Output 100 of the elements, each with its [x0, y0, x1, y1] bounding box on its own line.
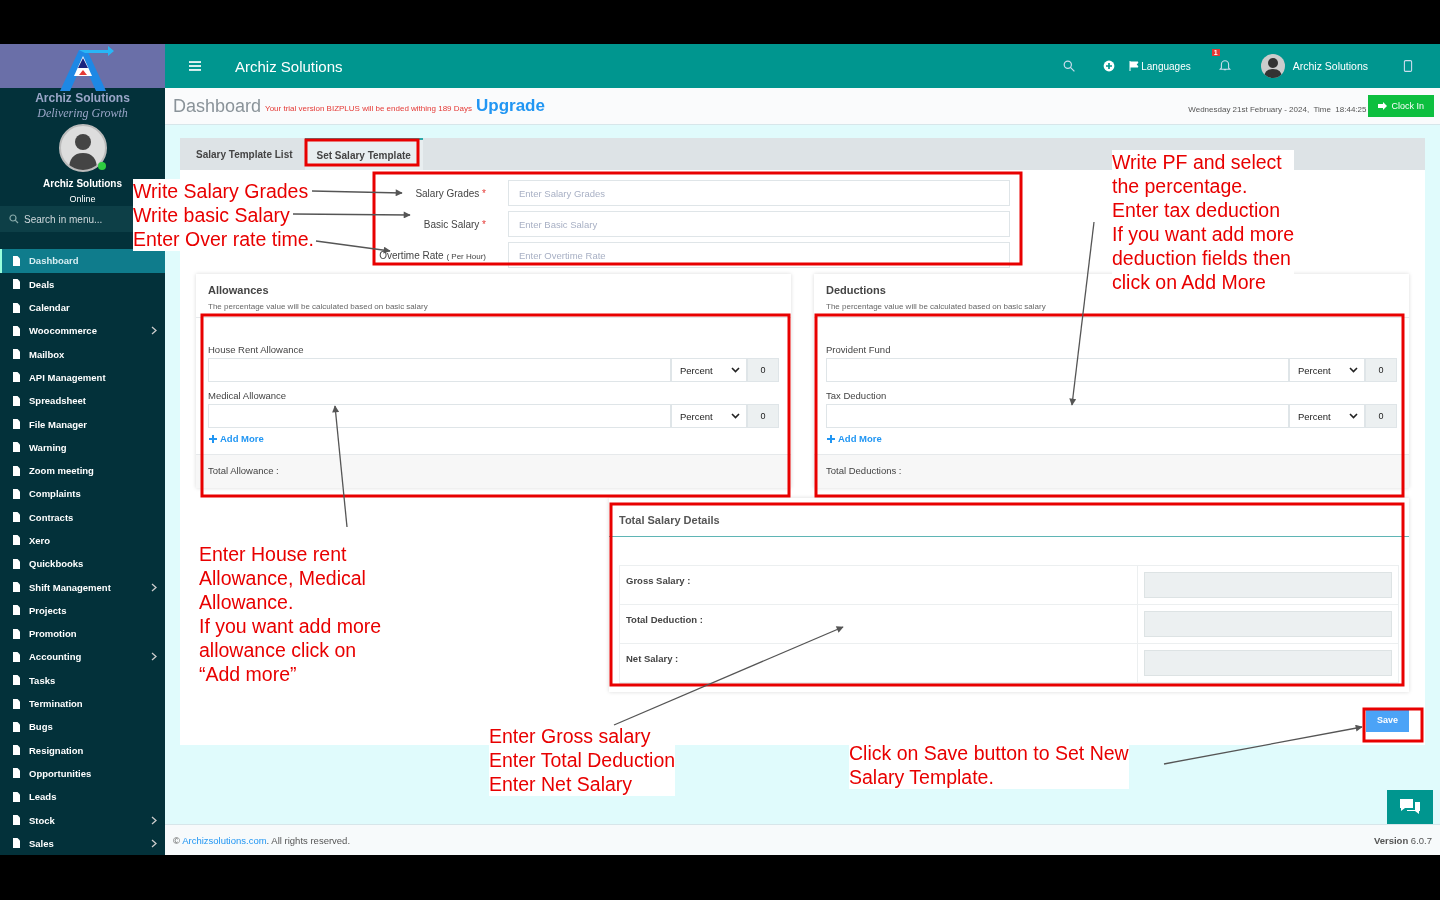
document-icon: [11, 535, 21, 546]
input-field[interactable]: Enter Basic Salary: [508, 211, 1010, 237]
user-status: Online: [69, 194, 96, 204]
document-icon: [11, 419, 21, 429]
page-title: Dashboard: [173, 95, 262, 117]
flag-icon: [1129, 61, 1140, 71]
input-field[interactable]: [208, 358, 671, 382]
annotation-text: Write Salary Grades Write basic Salary Enter Over rate time.: [133, 179, 314, 251]
input-field[interactable]: [826, 404, 1289, 428]
languages-menu[interactable]: Languages: [1129, 60, 1191, 72]
document-icon: [11, 745, 21, 756]
sidebar-item[interactable]: Sales: [0, 831, 165, 855]
document-icon: [11, 302, 21, 313]
sidebar-item[interactable]: File Manager: [0, 412, 165, 436]
plus-icon: [826, 433, 836, 444]
user-menu[interactable]: Archiz Solutions: [1292, 60, 1368, 72]
sidebar-item[interactable]: Xero: [0, 528, 165, 553]
sidebar-item[interactable]: Promotion: [0, 622, 165, 646]
document-icon: [11, 558, 21, 569]
input-field[interactable]: [208, 404, 671, 428]
amount-addon: 0: [747, 404, 779, 428]
menu-icon: [189, 60, 201, 72]
app-title: Archiz Solutions: [235, 57, 344, 75]
document-icon: [11, 628, 21, 639]
date-time: Wednesday 21st February - 2024, Time 18:44:25: [1188, 104, 1367, 114]
search-icon: [9, 214, 19, 225]
search-icon: [1063, 60, 1076, 72]
amount-addon: 0: [1365, 404, 1397, 428]
sign-in-icon: [1378, 101, 1389, 111]
sidebar-item[interactable]: Bugs: [0, 715, 165, 739]
avatar-silhouette: [58, 124, 107, 172]
sidebar-item[interactable]: Termination: [0, 691, 165, 716]
input-field[interactable]: Enter Overtime Rate: [508, 242, 1010, 268]
chat-button[interactable]: [1387, 790, 1433, 824]
sidebar-item[interactable]: Warning: [0, 435, 165, 459]
document-icon: [11, 372, 21, 383]
sidebar-item[interactable]: Deals: [0, 272, 165, 296]
sidebar-item[interactable]: Spreadsheet: [0, 389, 165, 413]
avatar-silhouette: [1260, 54, 1285, 78]
document-icon: [11, 279, 21, 290]
document-icon: [11, 605, 21, 616]
sidebar-item[interactable]: Woocommerce: [0, 319, 165, 343]
table-cell: Net Salary :: [620, 644, 1138, 682]
sidebar-item[interactable]: Leads: [0, 785, 165, 809]
trial-notice: Your trial version BIZPLUS will be ended withing 189 Days: [265, 103, 472, 113]
document-icon: [11, 465, 21, 476]
chevron-down-icon: [1349, 367, 1358, 373]
sidebar-item[interactable]: Dashboard: [0, 249, 165, 273]
sidebar-item[interactable]: Shift Management: [0, 575, 165, 599]
document-icon: [11, 442, 21, 453]
document-icon: [11, 651, 21, 662]
document-icon: [11, 349, 21, 360]
document-icon: [11, 395, 21, 406]
sidebar-item[interactable]: Tasks: [0, 668, 165, 692]
sidebar-item[interactable]: Zoom meeting: [0, 458, 165, 483]
document-icon: [11, 698, 21, 709]
panel-title: Total Salary Details: [609, 498, 1409, 537]
sidebar-item[interactable]: Resignation: [0, 738, 165, 762]
sidebar-item[interactable]: Mailbox: [0, 342, 165, 366]
sidebar-item[interactable]: Contracts: [0, 505, 165, 529]
type-dropdown[interactable]: Percent: [1289, 404, 1365, 428]
tab[interactable]: Salary Template List: [184, 138, 305, 170]
sidebar-item[interactable]: Opportunities: [0, 761, 165, 786]
logo-text: Archiz Solutions: [35, 91, 130, 105]
plus-icon: [208, 433, 218, 444]
table-cell: Total Deduction :: [620, 605, 1138, 643]
chat-bubbles-icon: [1398, 797, 1422, 817]
logo-tagline: Delivering Growth: [37, 106, 128, 121]
input-field[interactable]: [826, 358, 1289, 382]
sidebar-item[interactable]: Stock: [0, 808, 165, 832]
type-dropdown[interactable]: Percent: [671, 404, 747, 428]
highlight-frame: [1362, 707, 1424, 743]
sidebar-item[interactable]: API Management: [0, 365, 165, 390]
panel-title: Allowances: [208, 284, 270, 296]
sidebar-item[interactable]: Projects: [0, 598, 165, 623]
document-icon: [11, 675, 21, 686]
bell-icon: [1218, 59, 1231, 71]
field-label: Provident Fund: [826, 344, 892, 355]
field-label: Tax Deduction: [826, 390, 888, 401]
user-name: Archiz Solutions: [43, 178, 122, 189]
type-dropdown[interactable]: Percent: [1289, 358, 1365, 382]
document-icon: [11, 791, 21, 802]
document-icon: [11, 721, 21, 732]
field-label: Salary Grades *: [415, 187, 486, 199]
type-dropdown[interactable]: Percent: [671, 358, 747, 382]
document-icon: [11, 768, 21, 779]
sidebar-item[interactable]: Quickbooks: [0, 552, 165, 576]
sidebar-item[interactable]: Accounting: [0, 645, 165, 669]
panel-title: Deductions: [826, 284, 887, 296]
version-text: Version 6.0.7: [1373, 834, 1432, 846]
sidebar-item[interactable]: Complaints: [0, 482, 165, 506]
online-status-dot: [97, 162, 106, 170]
document-icon: [11, 838, 21, 849]
document-icon: [11, 488, 21, 499]
plus-circle-icon: [1103, 60, 1116, 72]
sidebar-item[interactable]: Calendar: [0, 295, 165, 320]
input-field[interactable]: Enter Salary Grades: [508, 180, 1010, 206]
amount-addon: 0: [747, 358, 779, 382]
document-icon: [11, 815, 21, 826]
total-label: Total Deductions :: [814, 454, 1409, 488]
